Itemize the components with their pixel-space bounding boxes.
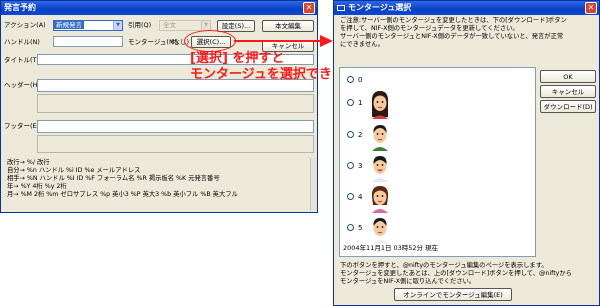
annotation-line-1: [選択] を押すと [190,51,285,66]
right-window-close-button[interactable]: ✕ [585,2,597,14]
online-montage-edit-button[interactable]: オンラインでモンタージュ編集(E) [394,288,512,301]
handle-field[interactable] [53,36,123,47]
option-5-label: 5 [358,224,363,232]
option-5[interactable]: 5 [347,214,407,246]
bottom-info-text: 下のボタンを押すと、@niftyのモンタージュ編集のページを表示します。 モンタ… [340,262,598,286]
info-line: にできません。 [340,41,384,48]
info-line: サーバー側のモンタージュとNIF-X側のデータが一致していないと、発言が正常 [340,33,564,40]
option-0-radio[interactable] [347,76,354,83]
ok-button[interactable]: OK [540,70,596,83]
cancel-button[interactable]: キャンセル [540,85,596,98]
help-line: 改行→ %/ 改行 [7,159,50,166]
option-1-label: 1 [358,99,363,107]
chevron-down-icon: ▼ [201,21,210,30]
help-line: 月→ %M 2桁 %m ゼロサプレス %p 英小3 %P 英大3 %b 英小フル… [7,191,238,198]
action-select-value: 新規発言 [54,21,84,29]
info-line: を押して、NIF-X側のモンタージュデータを更新してください。 [340,25,519,32]
help-line: 年→ %Y 4桁 %y 2桁 [7,183,67,190]
option-2-label: 2 [358,131,363,139]
option-4-label: 4 [358,193,363,201]
montage-face-5-icon [372,218,388,244]
action-label: アクション(A) [4,21,46,29]
help-line: 自分→ %n ハンドル %i ID %e メールアドレス [7,167,141,174]
option-2-radio[interactable] [347,131,354,138]
header-preview [37,94,314,113]
option-5-radio[interactable] [347,224,354,231]
option-0-label: 0 [358,76,363,84]
info-line: ご注意:サーバー側のモンタージュを変更したときは、下の[ダウンロード]ボタン [340,17,567,24]
app-window-icon [337,4,345,11]
montage-face-1-icon [371,91,389,119]
download-button[interactable]: ダウンロード(D) [540,100,596,113]
montage-face-4-icon [371,186,389,213]
help-line: 相手→ %N ハンドル %I ID %F フォーラム名 %R 掲示板名 %K 元… [7,175,220,182]
annotation-arrow-icon [234,35,333,47]
select-button-highlight [184,30,236,52]
montage-face-3-icon [372,156,388,182]
settings-button[interactable]: 設定(S)... [217,20,255,32]
montage-face-2-icon [372,125,388,151]
right-window-title: モンタージュ選択 [348,3,412,12]
footer-preview [37,135,314,153]
option-0[interactable]: 0 [347,75,387,85]
option-3-label: 3 [358,162,363,170]
option-3-radio[interactable] [347,162,354,169]
title-label: タイトル(T) [4,56,40,64]
header-label: ヘッダー(H) [4,81,40,89]
right-window-titlebar[interactable]: モンタージュ選択 [334,1,599,15]
help-scrollbar[interactable] [310,158,317,211]
option-1[interactable]: 1 [347,89,407,121]
bottom-info-line: モンタージュを変更したあとは、上の[ダウンロード]ボタンを押して、@niftyか… [340,270,572,277]
left-window-titlebar[interactable]: 発言予約 [1,1,317,15]
left-window-close-button[interactable]: ✕ [303,2,315,14]
quote-select-value: 全文 [163,21,176,29]
option-4[interactable]: 4 [347,183,407,215]
timestamp: 2004年11月1日 03時52分 現在 [343,244,439,252]
help-text: 改行→ %/ 改行 自分→ %n ハンドル %i ID %e メールアドレス 相… [7,159,309,199]
bottom-info-line: 下のボタンを押すと、@niftyのモンタージュ編集のページを表示します。 [340,262,548,269]
option-2[interactable]: 2 [347,121,407,153]
message-reservation-window: 発言予約 ✕ アクション(A) 新規発言 ▼ 引用(Q) 全文 ▼ 設定(S).… [0,0,318,213]
option-4-radio[interactable] [347,193,354,200]
option-3[interactable]: 3 [347,152,407,184]
footer-label: フッター(E) [4,122,40,130]
chevron-down-icon: ▼ [113,21,122,30]
quote-label: 引用(Q) [128,21,152,29]
footer-field[interactable] [37,120,314,133]
body-edit-button[interactable]: 本文編集 [262,20,314,32]
bottom-info-line: モンタージュをNIF-X側に取り込んでください。 [340,278,476,285]
montage-label: モンタージュ(M) [128,38,178,46]
action-select[interactable]: 新規発言 ▼ [53,20,123,31]
option-1-radio[interactable] [347,99,354,106]
info-text: ご注意:サーバー側のモンタージュを変更したときは、下の[ダウンロード]ボタン を… [340,17,598,49]
montage-select-window: モンタージュ選択 ✕ ご注意:サーバー側のモンタージュを変更したときは、下の[ダ… [333,0,600,306]
left-window-title: 発言予約 [4,3,36,12]
handle-label: ハンドル(N) [4,38,40,46]
